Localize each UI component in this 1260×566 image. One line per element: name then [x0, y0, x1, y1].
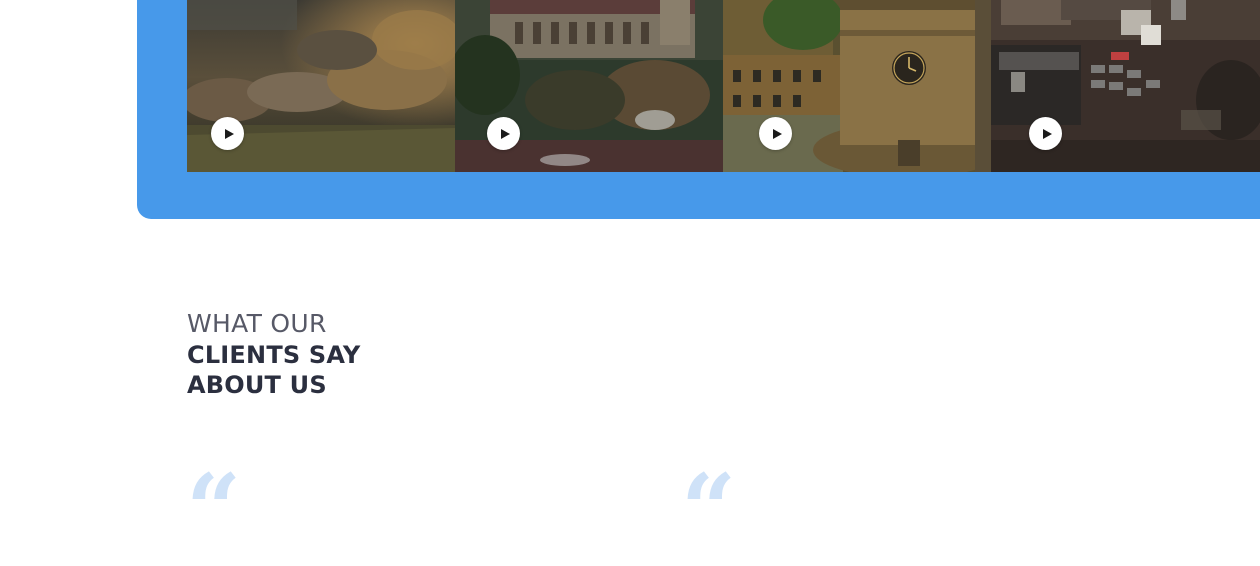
quote-mark-icon: “ [186, 453, 242, 566]
heading-line-3: ABOUT US [187, 371, 327, 399]
quote-mark-icon: “ [681, 453, 737, 566]
play-button[interactable] [1029, 117, 1062, 150]
rooftops-car-park-image [991, 0, 1260, 172]
video-thumbnail-4[interactable] [991, 0, 1260, 172]
testimonials-heading: WHAT OUR CLIENTS SAY ABOUT US [187, 308, 360, 400]
play-button[interactable] [487, 117, 520, 150]
video-thumbnail-2[interactable] [455, 0, 723, 172]
play-icon [500, 128, 510, 139]
play-icon [772, 128, 782, 139]
heading-line-2: CLIENTS SAY [187, 341, 361, 369]
video-gallery [187, 0, 1260, 172]
video-thumbnail-3[interactable] [723, 0, 991, 172]
play-icon [1042, 128, 1052, 139]
play-button[interactable] [211, 117, 244, 150]
play-button[interactable] [759, 117, 792, 150]
heading-line-1: WHAT OUR [187, 309, 327, 338]
video-thumbnail-1[interactable] [187, 0, 455, 172]
clock-tower-image [723, 0, 991, 172]
play-icon [224, 128, 234, 139]
